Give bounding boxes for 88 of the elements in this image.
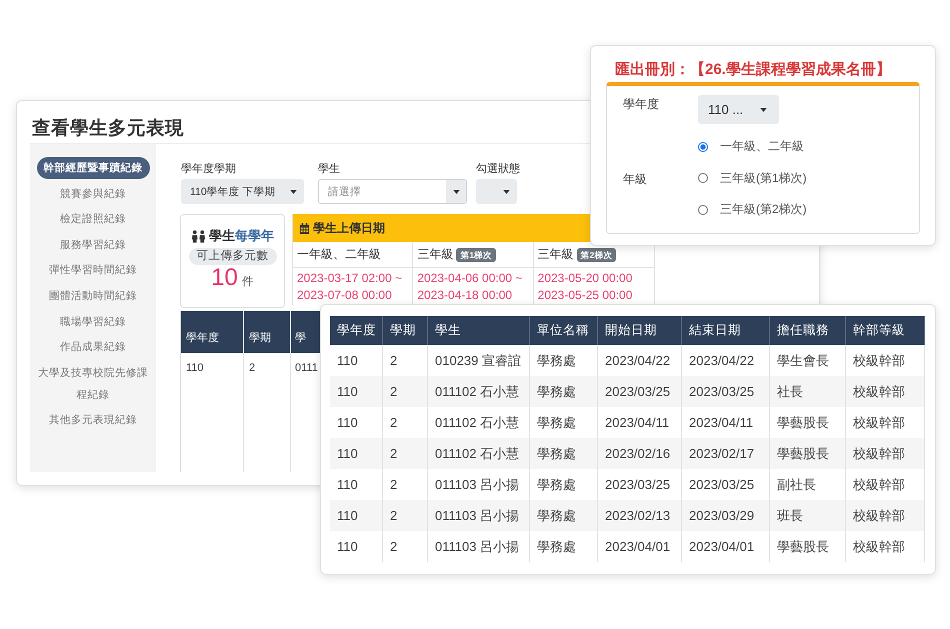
sidebar-item[interactable]: 大學及技專校院先修課程紀錄 [34, 362, 152, 406]
table-cell: 110 [330, 500, 383, 531]
table-header-cell: 幹部等級 [846, 316, 925, 345]
table-header-cell: 開始日期 [598, 316, 682, 345]
caret-icon [760, 108, 767, 112]
field-label: 學年度 [623, 97, 659, 113]
sidebar-item[interactable]: 檢定證照紀錄 [56, 208, 130, 230]
radio-label[interactable]: 一年級、二年級 [720, 138, 804, 156]
table-header-cell: 學年度 [181, 311, 243, 353]
table-cell: 011102 石小慧 [428, 376, 530, 407]
table-cell: 2023/02/13 [598, 500, 682, 531]
table-cell: 011102 石小慧 [428, 438, 530, 469]
table-header-cell: 學 [291, 311, 320, 353]
table-cell: 2023/02/17 [682, 438, 770, 469]
grade-label: 三年級 [417, 246, 454, 263]
table-cell-text: 0111 [294, 360, 319, 376]
date-text: 2023-05-20 00:00 [538, 270, 632, 287]
quota-label: 可上傳多元數 [188, 248, 276, 265]
table-cell: 校級幹部 [846, 376, 925, 407]
dialog-title: 匯出冊別：【26.學生課程學習成果名冊】 [615, 60, 891, 80]
table-cell: 2023/02/16 [598, 438, 682, 469]
table-cell: 校級幹部 [846, 500, 925, 531]
table-cell: 學務處 [530, 438, 598, 469]
table-header-cell: 學生 [428, 316, 530, 345]
table-cell: 110 [330, 376, 383, 407]
page-title: 查看學生多元表現 [32, 116, 184, 140]
filter-label: 學年度學期 [181, 162, 236, 176]
field-label: 年級 [623, 172, 647, 186]
table-cell: 2 [383, 438, 428, 469]
sidebar-item[interactable]: 彈性學習時間紀錄 [45, 259, 141, 282]
table-cell: 班長 [770, 500, 846, 531]
search-select-field[interactable]: 請選擇 [318, 179, 467, 204]
date-text: 2023-03-17 02:00 ~ [297, 270, 402, 287]
table-header-cell: 學期 [244, 311, 290, 353]
sidebar-item[interactable]: 團體活動時間紀錄 [45, 284, 141, 307]
date-text: 2023-04-18 00:00 [417, 287, 512, 304]
radio-button[interactable] [698, 173, 708, 184]
table-cell: 社長 [770, 376, 846, 407]
date-text: 2023-05-25 00:00 [538, 287, 632, 304]
dropdown-toggle-button[interactable] [446, 180, 466, 203]
sidebar-item[interactable]: 服務學習紀錄 [56, 234, 130, 256]
quota-count: 10 [211, 265, 238, 291]
table-cell: 2023/03/29 [682, 500, 770, 531]
radio-label[interactable]: 三年級(第2梯次) [720, 201, 807, 218]
caret-icon [290, 190, 297, 194]
batch-badge: 第1梯次 [456, 248, 496, 262]
caret-icon [452, 190, 460, 194]
dropdown-field[interactable]: 110學年度 下學期 [181, 179, 304, 204]
sidebar-item[interactable]: 幹部經歷暨事蹟紀錄 [36, 157, 150, 179]
table-cell: 2023/03/25 [682, 376, 770, 407]
calendar-icon [299, 222, 310, 234]
sidebar-item[interactable]: 職場學習紀錄 [56, 310, 130, 333]
batch-badge: 第2梯次 [576, 248, 616, 262]
count-unit: 件 [242, 274, 254, 289]
sidebar-item[interactable]: 其他多元表現紀錄 [45, 409, 141, 432]
date-text: 2023-04-06 00:00 ~ [417, 270, 522, 287]
table-header-cell: 學期 [383, 316, 428, 345]
table-cell-text: 2 [248, 360, 256, 376]
filter-label: 勾選狀態 [476, 162, 520, 176]
caret-icon [503, 190, 510, 194]
filter-label: 學生 [318, 162, 340, 176]
radio-button[interactable] [698, 142, 708, 152]
quota-title: 學生每學年 [209, 228, 274, 244]
table-header-cell: 學年度 [330, 316, 383, 345]
date-text: 2023-07-08 00:00 [297, 287, 392, 304]
table-header-cell: 擔任職務 [770, 316, 846, 345]
header-title: 學生上傳日期 [313, 220, 385, 236]
people-icon [191, 230, 206, 242]
grade-label: 一年級、二年級 [297, 246, 381, 263]
sidebar-item[interactable]: 作品成果紀錄 [56, 336, 130, 358]
table-cell: 學藝股長 [770, 438, 846, 469]
table-cell: 110 [330, 438, 383, 469]
table-cell: 011103 呂小揚 [428, 500, 530, 531]
table-cell: 學務處 [530, 500, 598, 531]
table-cell: 校級幹部 [846, 438, 925, 469]
table-cell: 學務處 [530, 376, 598, 407]
table-header-cell: 單位名稱 [530, 316, 598, 345]
table-cell: 2 [383, 500, 428, 531]
dropdown-field[interactable] [476, 179, 517, 204]
table-cell-text: 110 [185, 360, 205, 376]
sidebar-item[interactable]: 競賽參與紀錄 [56, 182, 130, 205]
table-cell: 2 [383, 376, 428, 407]
grade-label: 三年級 [538, 246, 574, 263]
table-cell: 2023/03/25 [598, 376, 682, 407]
dropdown-field[interactable]: 110 ... [698, 95, 779, 124]
radio-button[interactable] [698, 204, 708, 215]
table-header-cell: 結束日期 [682, 316, 770, 345]
radio-label[interactable]: 三年級(第1梯次) [720, 170, 807, 187]
